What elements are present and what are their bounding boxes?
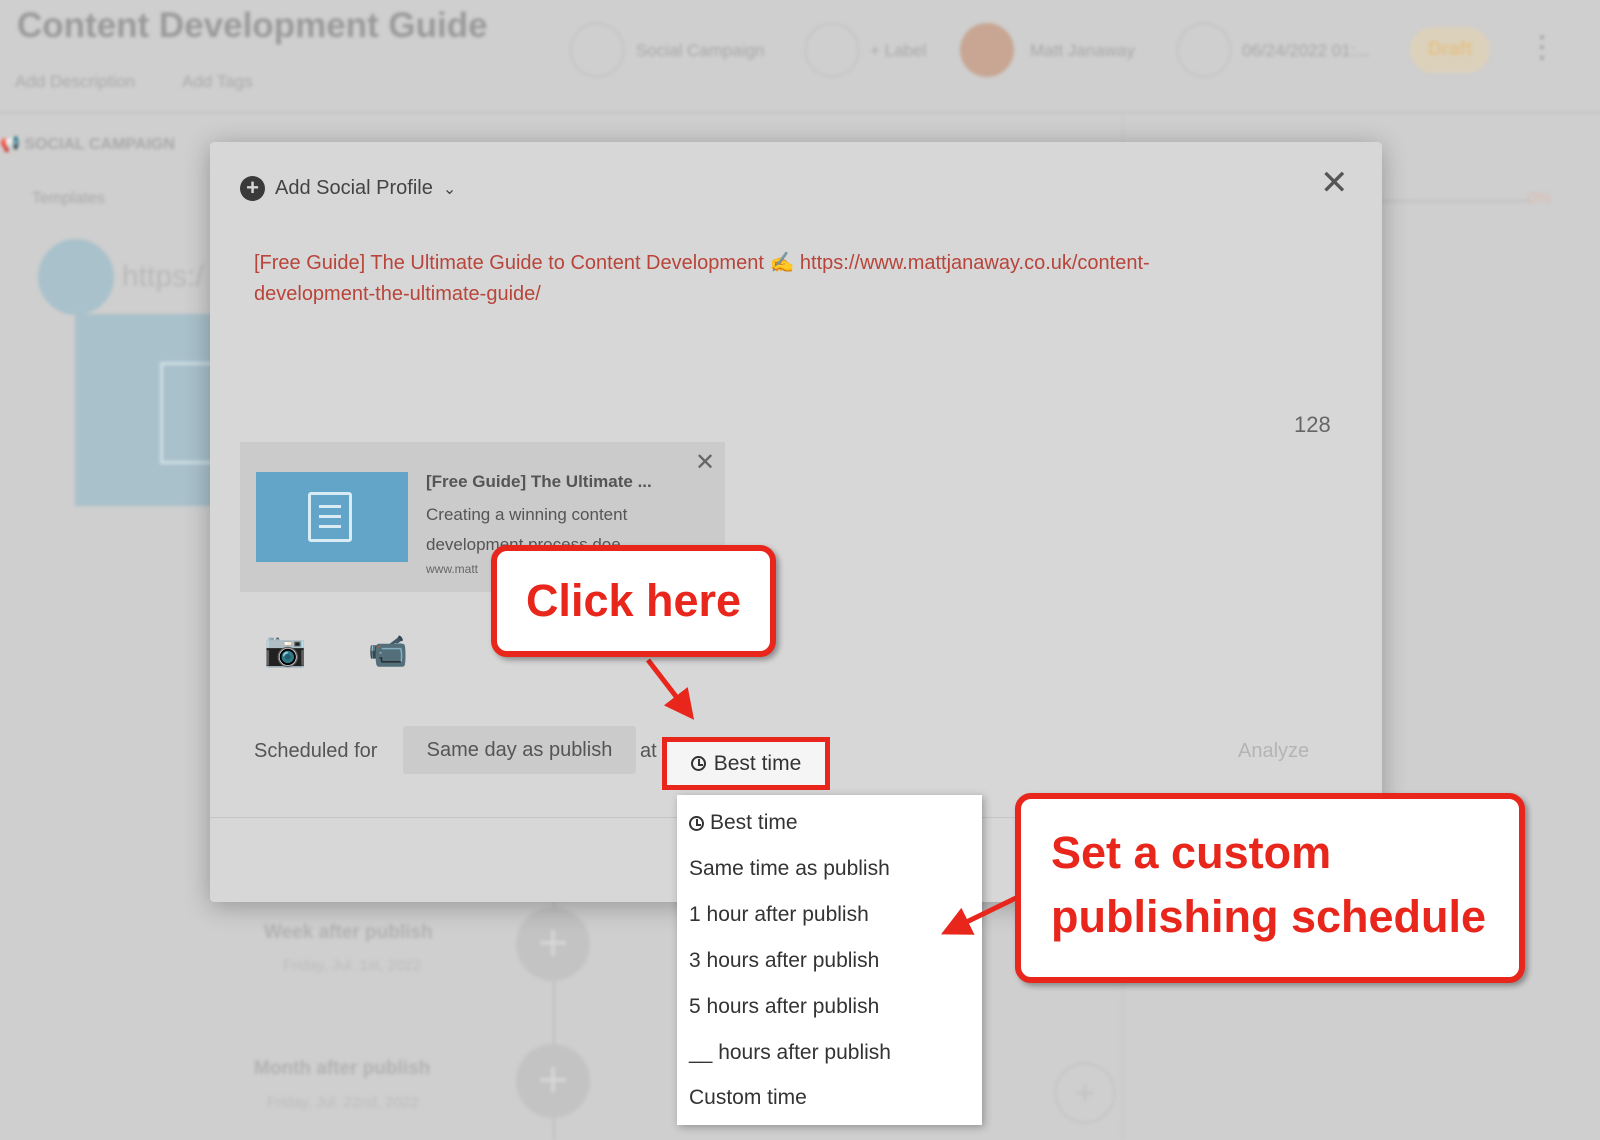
custom-schedule-callout: Set a custom publishing schedule <box>1015 793 1525 983</box>
analyze-button[interactable]: Analyze <box>1238 740 1309 763</box>
week-after-label: Week after publish <box>264 922 433 943</box>
megaphone-icon[interactable] <box>570 23 624 77</box>
remove-preview-icon[interactable]: ✕ <box>695 448 715 477</box>
time-select-button[interactable]: Best time <box>662 737 830 790</box>
dropdown-option[interactable]: Best time <box>689 811 798 835</box>
month-after-date: Friday, Jul. 22nd, 2022 <box>267 1094 419 1111</box>
add-video-icon[interactable]: 📹 <box>368 632 408 670</box>
dropdown-option[interactable]: Custom time <box>689 1086 807 1110</box>
more-menu-icon[interactable]: ⋮ <box>1527 33 1557 63</box>
section-label: SOCIAL CAMPAIGN <box>24 136 175 153</box>
callout-text: Click here <box>525 575 742 626</box>
time-dropdown-menu: Best time Same time as publish 1 hour af… <box>677 795 982 1125</box>
add-tags-link[interactable]: Add Tags <box>182 72 253 92</box>
scheduled-for-label: Scheduled for <box>254 740 378 762</box>
avatar[interactable] <box>960 23 1014 77</box>
preview-title: [Free Guide] The Ultimate ... <box>426 472 652 491</box>
status-badge[interactable]: Draft <box>1410 27 1490 73</box>
preview-image <box>256 472 408 562</box>
label-link[interactable]: + Label <box>870 41 926 61</box>
add-photo-icon[interactable]: 📷 <box>264 630 306 670</box>
month-after-label: Month after publish <box>254 1058 431 1079</box>
at-label: at <box>640 740 657 762</box>
doc-line <box>319 515 341 518</box>
character-count: 128 <box>1294 412 1331 437</box>
add-task-button[interactable]: + <box>1055 1063 1115 1123</box>
option-label: Best time <box>710 811 798 834</box>
header-divider <box>0 112 1600 113</box>
dropdown-option[interactable]: Same time as publish <box>689 857 890 881</box>
calendar-icon[interactable] <box>1177 23 1231 77</box>
clock-icon <box>690 756 706 771</box>
preview-url: www.matt <box>426 562 479 576</box>
dropdown-option[interactable]: __ hours after publish <box>689 1041 891 1065</box>
add-week-post-button[interactable]: + <box>516 907 590 981</box>
callout-text-line1: Set a custom <box>1051 827 1332 878</box>
doc-line <box>319 505 341 508</box>
progress-bar <box>1380 200 1530 202</box>
document-icon <box>308 492 352 542</box>
user-name: Matt Janaway <box>1030 41 1135 60</box>
link-icon <box>38 239 114 315</box>
add-month-post-button[interactable]: + <box>516 1044 590 1118</box>
clock-icon <box>689 815 704 831</box>
add-social-profile-button[interactable]: + Add Social Profile ⌄ <box>240 176 456 201</box>
page-title: Content Development Guide <box>17 6 488 45</box>
campaign-type: Social Campaign <box>636 41 765 60</box>
progress-percent: 0% <box>1528 190 1552 207</box>
dropdown-option[interactable]: 1 hour after publish <box>689 903 869 927</box>
link-input[interactable]: https:/ <box>122 260 204 294</box>
plus-circle-icon: + <box>240 176 265 201</box>
publish-date: 06/24/2022 01:... <box>1242 41 1370 60</box>
callout-text-line2: publishing schedule <box>1051 891 1487 942</box>
week-after-date: Friday, Jul. 1st, 2022 <box>283 957 422 974</box>
add-profile-label: Add Social Profile <box>275 177 433 199</box>
dropdown-option[interactable]: 5 hours after publish <box>689 995 879 1019</box>
add-description-link[interactable]: Add Description <box>15 72 135 92</box>
close-icon[interactable]: ✕ <box>1320 166 1349 200</box>
section-heading: 📢 SOCIAL CAMPAIGN <box>0 136 175 153</box>
post-text[interactable]: [Free Guide] The Ultimate Guide to Conte… <box>254 248 1254 310</box>
label-icon[interactable] <box>805 23 859 77</box>
time-select-label: Best time <box>713 751 802 775</box>
schedule-day-select[interactable]: Same day as publish <box>403 726 636 774</box>
dropdown-option[interactable]: 3 hours after publish <box>689 949 879 973</box>
click-here-callout: Click here <box>491 545 776 657</box>
chevron-down-icon: ⌄ <box>442 180 457 198</box>
doc-line <box>319 525 341 528</box>
templates-tab[interactable]: Templates <box>32 190 105 208</box>
